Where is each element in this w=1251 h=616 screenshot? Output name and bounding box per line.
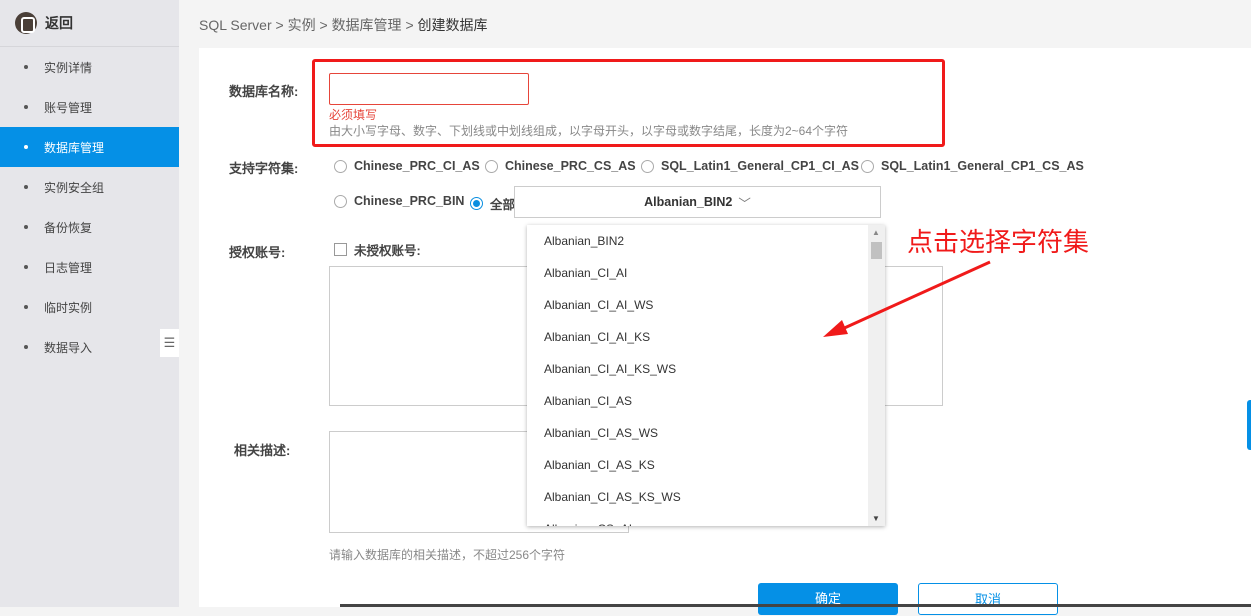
side-float-tab[interactable] [1247,400,1251,450]
confirm-button[interactable]: 确定 [758,583,898,615]
annotation-arrow-icon [823,260,991,337]
cancel-button[interactable]: 取消 [918,583,1058,615]
